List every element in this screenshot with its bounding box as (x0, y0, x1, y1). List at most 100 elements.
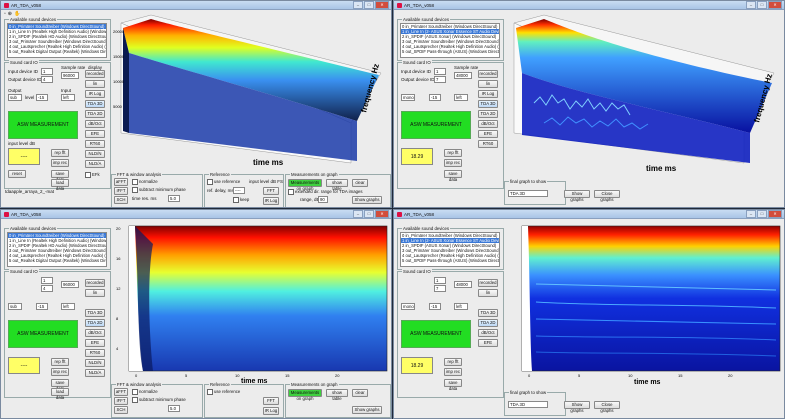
subtract-checkbox[interactable]: subtract minimum phase (132, 187, 186, 193)
output-mode-select[interactable]: sub (8, 303, 22, 310)
rep-fft-button[interactable]: rep fft (51, 358, 69, 366)
output-mode-select[interactable]: mono (401, 303, 415, 310)
ir-log-button[interactable]: IR Log (85, 90, 105, 98)
load-data-button[interactable]: load data (51, 388, 69, 400)
level-field[interactable]: -15 (429, 94, 441, 101)
device-list[interactable]: 0 in_Primärer Soundtreiber (Windows Dire… (400, 232, 500, 267)
recorded-button[interactable]: recorded (85, 279, 105, 287)
input-device-field[interactable]: 1 (434, 68, 446, 75)
save-data-button[interactable]: save data (444, 379, 462, 391)
show-graphs-button[interactable]: Show graphs (352, 406, 382, 414)
minimize-button[interactable]: – (353, 210, 363, 218)
afft-button[interactable]: aFFT (114, 178, 128, 186)
rep-fft-button[interactable]: rep fft (51, 149, 69, 157)
maximize-button[interactable]: □ (364, 210, 374, 218)
use-reference-checkbox[interactable]: use reference (207, 179, 240, 185)
show-table-button[interactable]: show table (326, 389, 348, 401)
level-field[interactable]: -15 (36, 94, 48, 101)
normalize-checkbox[interactable]: normalize (132, 179, 158, 185)
save-data-button[interactable]: save data (51, 379, 69, 391)
output-device-field[interactable]: 4 (41, 285, 53, 292)
keep-checkbox[interactable]: keep (233, 197, 249, 203)
output-device-field[interactable]: 7 (434, 76, 446, 83)
ifft-button[interactable]: IFFT (114, 187, 128, 195)
tda-3d-plot[interactable]: 20000 15000 10000 5000 time ms frequency… (111, 13, 389, 173)
close-button[interactable]: ✕ (375, 1, 389, 9)
close-button[interactable]: ✕ (375, 210, 389, 218)
efe-button[interactable]: EFE (478, 339, 498, 347)
nld-a-button[interactable]: NLD/A (85, 160, 105, 168)
close-button[interactable]: ✕ (768, 210, 782, 218)
db-oct-button[interactable]: dB/Oct (478, 329, 498, 337)
ir-log-button[interactable]: IR Log (478, 90, 498, 98)
show-graphs-button[interactable]: Show graphs (352, 196, 382, 204)
tda-3d-plot[interactable]: time ms frequency Hz (504, 13, 782, 178)
minimize-button[interactable]: – (353, 1, 363, 9)
save-data-button[interactable]: save data (444, 170, 462, 182)
db-oct-button[interactable]: dB/Oct (85, 329, 105, 337)
clear-button[interactable]: clear (352, 179, 368, 187)
ref-ir-log-button[interactable]: IR Log (263, 407, 279, 415)
recorded-button[interactable]: recorded (478, 279, 498, 287)
rep-fft-button[interactable]: rep fft (444, 358, 462, 366)
input-mode-select[interactable]: left (61, 303, 75, 310)
measurements-on-graph-button[interactable]: Measurements on graph (288, 179, 322, 191)
extended-range-checkbox[interactable]: extended dir. range for TDA images (288, 189, 363, 195)
sample-rate-field[interactable]: 96000 (61, 72, 79, 79)
list-item[interactable]: 5 out_SPDIF Pass-through (ASUS) (Windows… (401, 258, 499, 263)
maximize-button[interactable]: □ (364, 1, 374, 9)
db-oct-button[interactable]: dB/Oct (478, 120, 498, 128)
efe-button[interactable]: EFE (85, 130, 105, 138)
imp-rec-button[interactable]: imp rec (51, 368, 69, 376)
nld-n-button[interactable]: NLD/N (85, 359, 105, 367)
show-table-button[interactable]: show table (326, 179, 348, 191)
lin-button[interactable]: lin (85, 289, 105, 297)
tda-2d-button[interactable]: TDA 2D (85, 319, 105, 327)
tda-3d-button[interactable]: TDA 3D (478, 309, 498, 317)
minimize-button[interactable]: – (746, 210, 756, 218)
show-graphs-button[interactable]: Show graphs (564, 401, 590, 413)
maximize-button[interactable]: □ (757, 1, 767, 9)
clear-button[interactable]: clear (352, 389, 368, 397)
show-graphs-button[interactable]: Show graphs (564, 190, 590, 202)
new-file-icon[interactable]: ▫ (4, 11, 6, 17)
output-device-field[interactable]: 4 (41, 76, 53, 83)
nld-a-button[interactable]: NLD/A (85, 369, 105, 377)
afft-button[interactable]: aFFT (114, 388, 128, 396)
input-mode-select[interactable]: left (61, 94, 75, 101)
level-field[interactable]: -15 (429, 303, 441, 310)
device-list[interactable]: 0 in_Primärer Soundtreiber (Windows Dire… (7, 23, 107, 58)
device-list[interactable]: 0 in_Primärer Soundtreiber (Windows Dire… (400, 23, 500, 58)
ref-delay-field[interactable]: ---- (233, 187, 245, 194)
output-device-field[interactable]: 7 (434, 285, 446, 292)
load-data-button[interactable]: load data (51, 179, 69, 191)
db-oct-button[interactable]: dB/Oct (85, 120, 105, 128)
input-device-field[interactable]: 1 (41, 68, 53, 75)
imp-rec-button[interactable]: imp rec (51, 159, 69, 167)
tda-3d-button[interactable]: TDA 3D (85, 100, 105, 108)
tda-3d-button[interactable]: TDA 3D (85, 309, 105, 317)
level-field[interactable]: -15 (36, 303, 48, 310)
subtract-checkbox[interactable]: subtract minimum phase (132, 397, 186, 403)
minimize-button[interactable]: – (746, 1, 756, 9)
rt60-button[interactable]: RT60 (85, 349, 105, 357)
rt60-button[interactable]: RT60 (478, 140, 498, 148)
input-device-field[interactable]: 1 (41, 277, 53, 284)
use-reference-checkbox[interactable]: use reference (207, 389, 240, 395)
ref-ir-log-button[interactable]: IR Log (263, 197, 279, 205)
sch-button[interactable]: SCH (114, 196, 128, 204)
close-button[interactable]: ✕ (768, 1, 782, 9)
final-graph-select[interactable]: TDA 3D (508, 190, 548, 197)
close-graphs-button[interactable]: Close graphs (594, 401, 620, 413)
tda-3d-button[interactable]: TDA 3D (478, 100, 498, 108)
sample-rate-field[interactable]: 48000 (454, 72, 472, 79)
input-device-field[interactable]: 1 (434, 277, 446, 284)
input-mode-select[interactable]: left (454, 94, 468, 101)
tda-2d-plot[interactable]: 20 16 12 8 4 0 5 10 15 20 time ms (113, 224, 389, 384)
ref-fft-button[interactable]: FFT (263, 397, 279, 405)
recorded-button[interactable]: recorded (85, 70, 105, 78)
measurements-on-graph-button[interactable]: Measurements on graph (288, 389, 322, 401)
imp-rec-button[interactable]: imp rec (444, 368, 462, 376)
input-mode-select[interactable]: left (454, 303, 468, 310)
maximize-button[interactable]: □ (757, 210, 767, 218)
